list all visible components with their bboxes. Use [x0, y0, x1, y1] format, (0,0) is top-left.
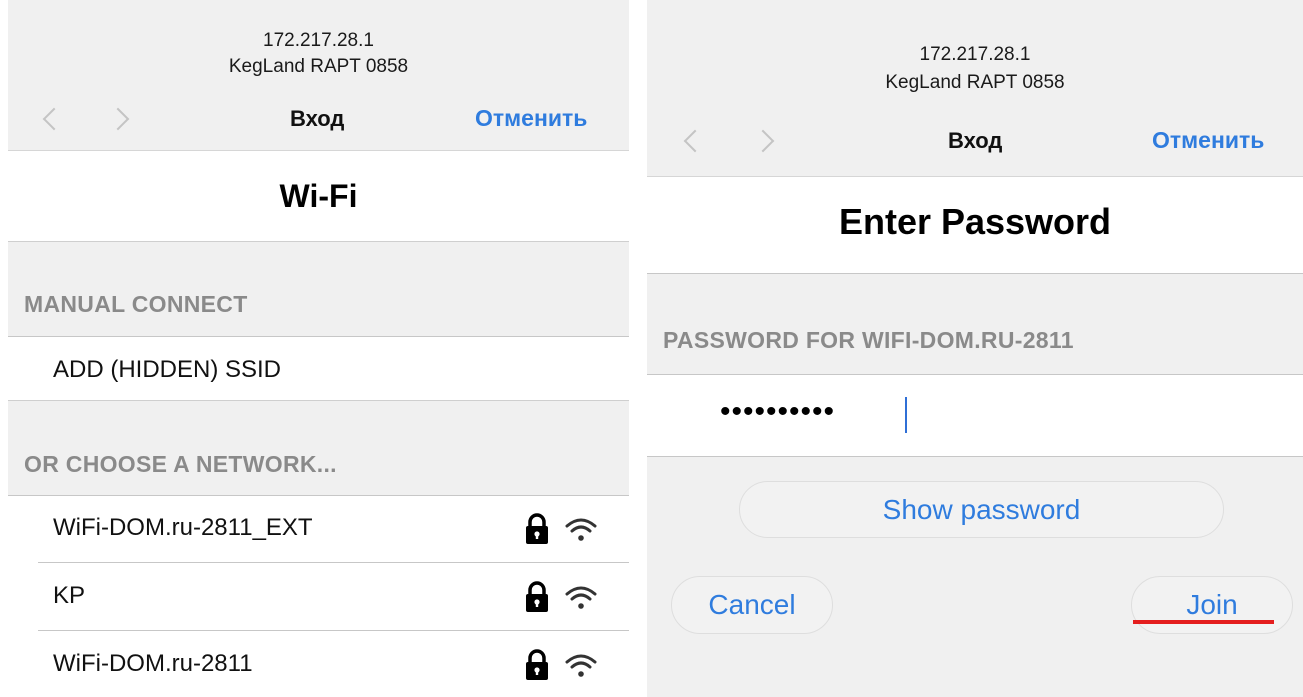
cancel-link[interactable]: Отменить: [475, 105, 587, 132]
nav-title: Вход: [290, 106, 345, 131]
divider: [647, 273, 1303, 274]
password-section-header: PASSWORD FOR WIFI-DOM.RU-2811: [663, 327, 1074, 353]
manual-connect-header: MANUAL CONNECT: [24, 291, 248, 317]
lock-icon: [526, 513, 548, 544]
add-hidden-ssid-item[interactable]: ADD (HIDDEN) SSID: [53, 356, 281, 384]
nav-title: Вход: [948, 128, 1003, 153]
manual-connect-section: [8, 241, 629, 337]
wifi-icon: [565, 586, 597, 609]
password-input[interactable]: ••••••••••: [647, 374, 1303, 457]
choose-network-header: OR CHOOSE A NETWORK...: [24, 451, 337, 477]
lock-icon: [526, 581, 548, 612]
divider: [8, 495, 629, 496]
back-chevron-icon[interactable]: [683, 129, 707, 153]
forward-chevron-icon[interactable]: [106, 107, 130, 131]
wifi-list-screen: 172.217.28.1 KegLand RAPT 0858 Вход Отме…: [8, 0, 629, 697]
portal-address: 172.217.28.1: [919, 44, 1031, 65]
text-cursor: [905, 397, 907, 433]
enter-password-screen: 172.217.28.1 KegLand RAPT 0858 Вход Отме…: [647, 0, 1303, 697]
portal-host: KegLand RAPT 0858: [885, 72, 1065, 93]
divider: [38, 562, 629, 563]
password-value: ••••••••••: [720, 395, 836, 428]
network-name: WiFi-DOM.ru-2811_EXT: [53, 514, 313, 541]
network-name: WiFi-DOM.ru-2811: [53, 650, 253, 677]
back-chevron-icon[interactable]: [42, 107, 66, 131]
choose-network-section: [8, 400, 629, 496]
captive-portal-navbar: 172.217.28.1 KegLand RAPT 0858 Вход Отме…: [647, 0, 1303, 177]
wifi-icon: [565, 518, 597, 541]
divider: [38, 630, 629, 631]
forward-chevron-icon[interactable]: [751, 129, 775, 153]
wifi-icon: [565, 654, 597, 677]
portal-host: KegLand RAPT 0858: [228, 56, 409, 77]
divider: [8, 336, 629, 337]
page-title: Enter Password: [838, 201, 1112, 242]
lock-icon: [526, 649, 548, 680]
page-title: Wi-Fi: [279, 178, 358, 214]
cancel-link[interactable]: Отменить: [1152, 127, 1264, 154]
cancel-button[interactable]: Cancel: [671, 576, 833, 634]
join-highlight-underline: [1133, 620, 1274, 624]
captive-portal-navbar: 172.217.28.1 KegLand RAPT 0858 Вход Отме…: [8, 0, 629, 151]
portal-address: 172.217.28.1: [263, 30, 374, 51]
join-button[interactable]: Join: [1131, 576, 1293, 634]
network-name: KP: [53, 582, 86, 609]
show-password-button[interactable]: Show password: [739, 481, 1224, 538]
